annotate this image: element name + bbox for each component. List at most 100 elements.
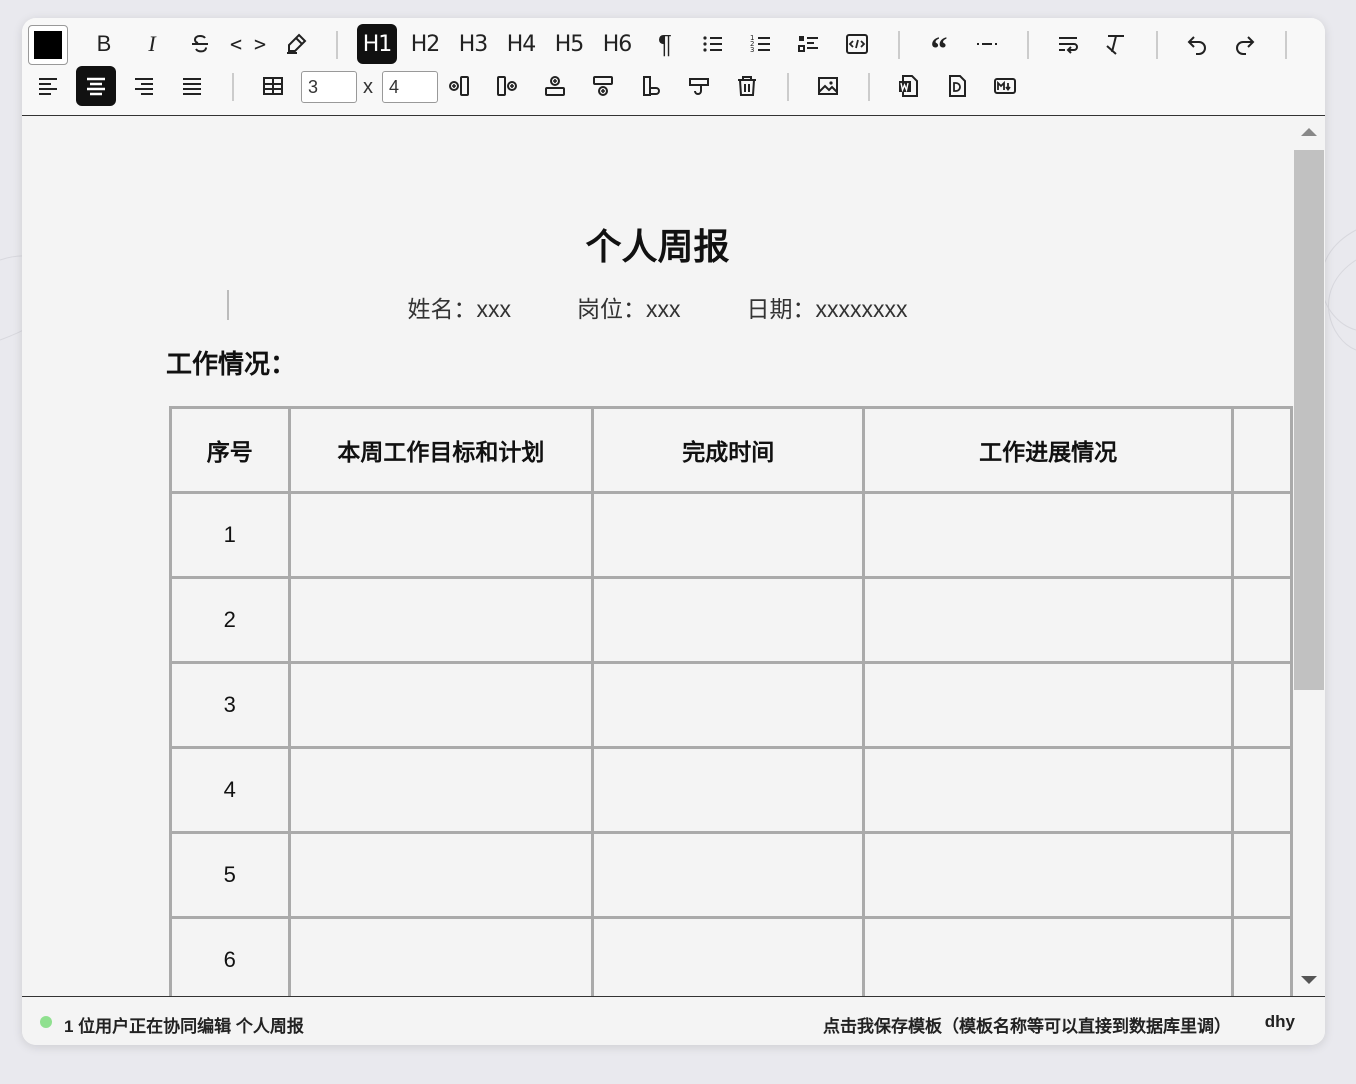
table-cell[interactable] bbox=[1230, 661, 1293, 749]
delete-row-button[interactable] bbox=[679, 66, 719, 106]
table-cell[interactable]: 5 bbox=[169, 831, 291, 919]
horizontal-rule-button[interactable] bbox=[967, 24, 1007, 64]
table-cols-input[interactable] bbox=[382, 71, 438, 103]
toolbar-row-2: x bbox=[22, 66, 1325, 108]
add-column-after-icon bbox=[497, 76, 517, 96]
export-pdf-button[interactable] bbox=[937, 66, 977, 106]
heading-5-button[interactable]: H5 bbox=[549, 24, 589, 64]
add-row-after-button[interactable] bbox=[583, 66, 623, 106]
scroll-down-arrow-icon[interactable] bbox=[1301, 976, 1317, 984]
bullet-list-button[interactable] bbox=[693, 24, 733, 64]
heading-2-button[interactable]: H2 bbox=[405, 24, 445, 64]
word-file-icon bbox=[899, 75, 918, 97]
heading-4-button[interactable]: H4 bbox=[501, 24, 541, 64]
header-cell[interactable]: 本周工作目标和计划 bbox=[287, 406, 595, 494]
delete-column-button[interactable] bbox=[631, 66, 671, 106]
table-cell[interactable] bbox=[591, 661, 866, 749]
pdf-file-icon bbox=[949, 75, 966, 97]
table-cell[interactable] bbox=[1230, 831, 1293, 919]
scroll-thumb[interactable] bbox=[1294, 150, 1324, 690]
add-column-after-button[interactable] bbox=[487, 66, 527, 106]
table-cell[interactable]: 4 bbox=[169, 746, 291, 834]
highlight-button[interactable] bbox=[276, 24, 316, 64]
align-right-button[interactable] bbox=[124, 66, 164, 106]
meta-name[interactable]: 姓名：xxx bbox=[408, 290, 512, 324]
heading-6-label: H6 bbox=[602, 31, 633, 57]
table-cell[interactable] bbox=[862, 746, 1234, 834]
heading-1-button[interactable]: H1 bbox=[357, 24, 397, 64]
export-word-button[interactable] bbox=[889, 66, 929, 106]
table-cell[interactable]: 6 bbox=[169, 916, 291, 996]
table-cell[interactable] bbox=[1230, 746, 1293, 834]
hard-break-button[interactable] bbox=[1048, 24, 1088, 64]
scroll-up-arrow-icon[interactable] bbox=[1301, 128, 1317, 136]
align-justify-button[interactable] bbox=[172, 66, 212, 106]
table-cell[interactable] bbox=[287, 746, 595, 834]
table-cell[interactable] bbox=[287, 831, 595, 919]
section-title[interactable]: 工作情况： bbox=[166, 344, 296, 381]
header-cell[interactable]: 序号 bbox=[169, 406, 291, 494]
table-cell[interactable] bbox=[1230, 576, 1293, 664]
header-cell[interactable] bbox=[1230, 406, 1293, 494]
paragraph-button[interactable]: ¶ bbox=[645, 24, 685, 64]
table-cell[interactable] bbox=[591, 746, 866, 834]
task-list-button[interactable] bbox=[789, 24, 829, 64]
table-cell[interactable] bbox=[862, 916, 1234, 996]
table-cell[interactable]: 1 bbox=[169, 491, 291, 579]
document-title[interactable]: 个人周报 bbox=[22, 218, 1293, 270]
table-cell[interactable] bbox=[1230, 491, 1293, 579]
align-center-button[interactable] bbox=[76, 66, 116, 106]
table-cell[interactable] bbox=[287, 661, 595, 749]
bold-button[interactable]: B bbox=[84, 24, 124, 64]
table-cell[interactable] bbox=[862, 576, 1234, 664]
meta-position[interactable]: 岗位：xxx bbox=[577, 290, 681, 324]
table-rows-input[interactable] bbox=[301, 71, 357, 103]
undo-icon bbox=[1187, 36, 1206, 55]
align-left-icon bbox=[39, 78, 57, 95]
delete-table-button[interactable] bbox=[727, 66, 767, 106]
table-cell[interactable] bbox=[591, 831, 866, 919]
editor-window: B I < > H1 H2 H3 H4 H5 H6 ¶ 123 “ 3 x 4 … bbox=[22, 18, 1325, 1045]
table-header-row: 序号 本周工作目标和计划 完成时间 工作进展情况 bbox=[169, 406, 1293, 494]
table-icon bbox=[263, 77, 283, 95]
task-list-icon bbox=[798, 36, 818, 52]
table-cell[interactable] bbox=[862, 661, 1234, 749]
toolbar-separator bbox=[1027, 31, 1029, 59]
export-markdown-button[interactable] bbox=[985, 66, 1025, 106]
table-cell[interactable] bbox=[591, 491, 866, 579]
table-cell[interactable]: 3 bbox=[169, 661, 291, 749]
table-cell[interactable] bbox=[862, 491, 1234, 579]
code-button[interactable]: < > bbox=[228, 24, 268, 64]
table-cell[interactable] bbox=[287, 491, 595, 579]
table-cell[interactable] bbox=[591, 576, 866, 664]
heading-3-button[interactable]: H3 bbox=[453, 24, 493, 64]
code-block-button[interactable] bbox=[837, 24, 877, 64]
italic-button[interactable]: I bbox=[132, 24, 172, 64]
add-column-before-button[interactable] bbox=[439, 66, 479, 106]
insert-image-button[interactable] bbox=[808, 66, 848, 106]
undo-button[interactable] bbox=[1177, 24, 1217, 64]
header-cell[interactable]: 完成时间 bbox=[591, 406, 866, 494]
heading-6-button[interactable]: H6 bbox=[597, 24, 637, 64]
meta-date[interactable]: 日期：xxxxxxxx bbox=[747, 290, 908, 324]
table-cell[interactable] bbox=[591, 916, 866, 996]
insert-table-button[interactable] bbox=[253, 66, 293, 106]
text-color-picker[interactable] bbox=[28, 25, 68, 65]
clear-format-icon bbox=[1106, 35, 1124, 55]
blockquote-button[interactable]: “ bbox=[919, 24, 959, 67]
table-cell[interactable] bbox=[1230, 916, 1293, 996]
align-left-button[interactable] bbox=[28, 66, 68, 106]
table-cell[interactable] bbox=[287, 576, 595, 664]
add-row-before-button[interactable] bbox=[535, 66, 575, 106]
header-cell[interactable]: 工作进展情况 bbox=[862, 406, 1234, 494]
redo-button[interactable] bbox=[1225, 24, 1265, 64]
save-template-button[interactable]: 点击我保存模板（模板名称等可以直接到数据库里调） bbox=[823, 1012, 1231, 1037]
ordered-list-button[interactable]: 123 bbox=[741, 24, 781, 64]
clear-format-button[interactable] bbox=[1096, 24, 1136, 64]
strikethrough-button[interactable] bbox=[180, 24, 220, 64]
vertical-scrollbar[interactable] bbox=[1293, 116, 1325, 996]
document-area[interactable]: 个人周报 姓名：xxx 岗位：xxx 日期：xxxxxxxx 工作情况： 序号 … bbox=[22, 116, 1293, 996]
table-cell[interactable] bbox=[287, 916, 595, 996]
table-cell[interactable] bbox=[862, 831, 1234, 919]
table-cell[interactable]: 2 bbox=[169, 576, 291, 664]
